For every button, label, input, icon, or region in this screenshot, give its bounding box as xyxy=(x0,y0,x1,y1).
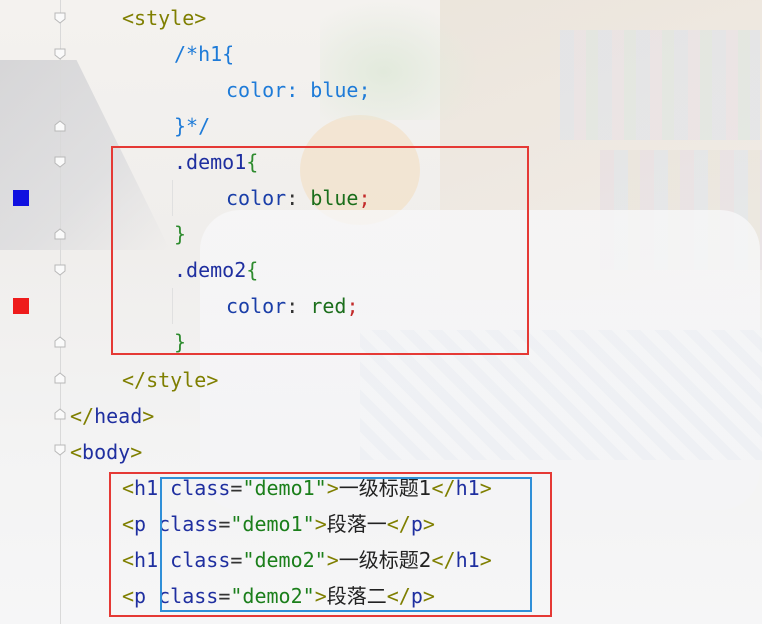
fold-open-icon[interactable] xyxy=(54,12,66,24)
fold-open-icon[interactable] xyxy=(54,48,66,60)
highlight-box-class-attrs xyxy=(160,477,532,612)
code-line[interactable]: </head> xyxy=(70,398,154,434)
code-token: </ xyxy=(70,404,95,428)
code-line[interactable]: }*/ xyxy=(174,108,210,144)
code-token: color: blue; xyxy=(226,78,371,102)
fold-open-icon[interactable] xyxy=(54,264,66,276)
code-token: > xyxy=(130,440,143,464)
code-token: < xyxy=(70,440,83,464)
fold-open-icon[interactable] xyxy=(54,444,66,456)
code-line[interactable]: <style> xyxy=(122,0,206,36)
fold-end-icon[interactable] xyxy=(54,336,66,348)
code-token: style xyxy=(146,368,207,392)
code-line[interactable]: </style> xyxy=(122,362,218,398)
code-token: body xyxy=(82,440,131,464)
highlight-box-css-rules xyxy=(111,146,529,355)
code-token: </ xyxy=(122,368,147,392)
gutter-divider xyxy=(60,0,61,624)
code-token: > xyxy=(142,404,155,428)
fold-end-icon[interactable] xyxy=(54,120,66,132)
fold-end-icon[interactable] xyxy=(54,372,66,384)
code-line[interactable]: <body> xyxy=(70,434,142,470)
book-spines xyxy=(560,30,760,140)
code-token: /*h1{ xyxy=(174,42,235,66)
code-token: > xyxy=(206,368,219,392)
fold-open-icon[interactable] xyxy=(54,156,66,168)
code-token: head xyxy=(94,404,143,428)
code-line[interactable]: /*h1{ xyxy=(174,36,234,72)
code-token: < xyxy=(122,6,135,30)
fold-end-icon[interactable] xyxy=(54,228,66,240)
code-token: > xyxy=(194,6,207,30)
code-token: style xyxy=(134,6,195,30)
color-swatch-blue[interactable] xyxy=(13,190,29,206)
code-token: }*/ xyxy=(174,114,211,138)
code-line[interactable]: color: blue; xyxy=(226,72,371,108)
color-swatch-red[interactable] xyxy=(13,298,29,314)
fold-end-icon[interactable] xyxy=(54,408,66,420)
